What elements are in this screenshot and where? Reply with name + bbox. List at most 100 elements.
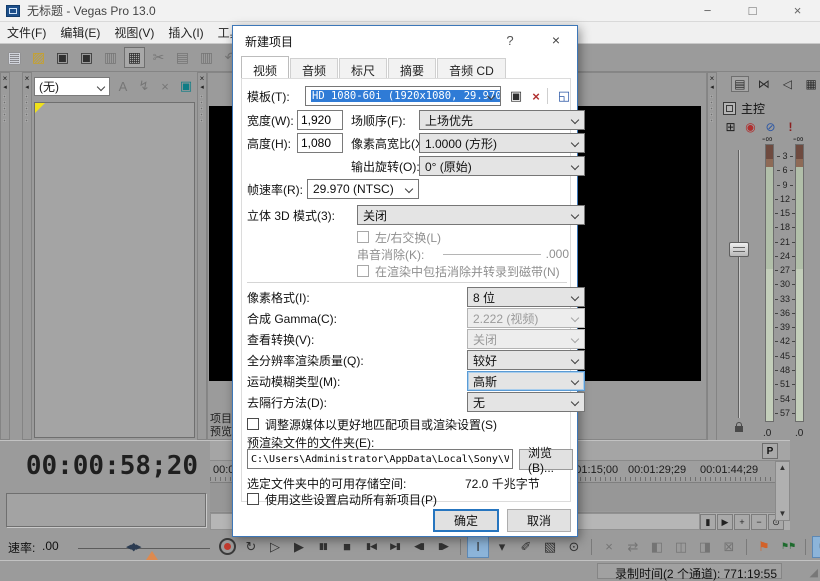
dock-strip-2[interactable]: × ◂ xyxy=(22,72,32,440)
render-quality-combo[interactable]: 较好 xyxy=(467,350,585,370)
dock-grip[interactable] xyxy=(710,95,714,125)
previous-frame-button[interactable]: ◀▮ xyxy=(408,536,430,558)
edit-tool-sep[interactable] xyxy=(460,539,461,555)
solo-icon[interactable]: ! xyxy=(783,120,798,134)
envelope-tool-button[interactable]: ✐ xyxy=(515,536,537,558)
track-height-button[interactable]: ▮ xyxy=(700,514,716,530)
match-media-settings-icon[interactable]: ◱ xyxy=(555,87,573,105)
dock-collapse-icon[interactable]: ◂ xyxy=(25,83,29,92)
edit-tool-dropdown[interactable]: ▾ xyxy=(491,536,513,558)
save-project-icon[interactable]: ▣ xyxy=(52,47,73,68)
tool-sep-2[interactable] xyxy=(591,539,592,555)
dialog-close-button[interactable]: × xyxy=(535,26,577,54)
dock-strip-1[interactable]: × ◂ xyxy=(0,72,10,440)
lock-event-icon[interactable]: ⊠ xyxy=(718,536,740,558)
next-frame-button[interactable]: ▮▶ xyxy=(432,536,454,558)
view-transform-combo[interactable]: 关闭 xyxy=(467,329,585,349)
dock-collapse-icon[interactable]: ◂ xyxy=(710,83,714,92)
selection-tool-button[interactable]: ▧ xyxy=(539,536,561,558)
zoom-tool-button[interactable]: ⊙ xyxy=(563,536,585,558)
lock-fader-icon[interactable] xyxy=(735,426,743,432)
go-to-start-button[interactable]: ▮◀ xyxy=(360,536,382,558)
insert-bus-icon[interactable]: ▤ xyxy=(731,76,749,92)
go-to-end-button[interactable]: ▶▮ xyxy=(384,536,406,558)
new-project-icon[interactable]: ▤ xyxy=(4,47,25,68)
browse-button[interactable]: 浏览(B)... xyxy=(519,449,573,470)
cancel-button[interactable]: 取消 xyxy=(507,509,571,532)
motion-blur-combo[interactable]: 高斯 xyxy=(467,371,585,391)
menu-item[interactable]: 文件(F) xyxy=(0,22,53,43)
trim-right-icon[interactable]: ◨ xyxy=(694,536,716,558)
shuffle-events-icon[interactable]: ⇄ xyxy=(622,536,644,558)
pause-button[interactable]: ▮▮ xyxy=(312,536,334,558)
dock-strip-mixer[interactable]: × ◂ xyxy=(707,72,717,452)
dock-collapse-icon[interactable]: ◂ xyxy=(200,83,204,92)
marker-tool-button[interactable]: P xyxy=(762,443,778,459)
record-button[interactable] xyxy=(216,536,238,558)
external-monitor-icon[interactable]: ▣ xyxy=(177,77,195,95)
master-bus-icon[interactable] xyxy=(723,102,736,115)
project-properties-icon[interactable]: ▦ xyxy=(124,47,145,68)
dialog-help-button[interactable]: ? xyxy=(495,26,525,54)
mute-icon[interactable]: ⊘ xyxy=(763,120,778,134)
save-as-icon[interactable]: ▣ xyxy=(76,47,97,68)
ok-button[interactable]: 确定 xyxy=(433,509,499,532)
match-media-checkbox[interactable] xyxy=(247,418,259,430)
master-fx-icon[interactable]: ⊞ xyxy=(723,120,738,134)
menu-item[interactable]: 编辑(E) xyxy=(53,22,107,43)
delete-template-icon[interactable]: × xyxy=(527,87,545,105)
width-input[interactable] xyxy=(297,110,343,130)
stop-button[interactable]: ■ xyxy=(336,536,358,558)
menu-item[interactable]: 插入(I) xyxy=(161,22,210,43)
paste-icon[interactable]: ▥ xyxy=(196,47,217,68)
cut-icon[interactable]: ✂ xyxy=(148,47,169,68)
field-order-combo[interactable]: 上场优先 xyxy=(419,110,585,130)
copy-icon[interactable]: ▤ xyxy=(172,47,193,68)
edit-tool-button[interactable]: I xyxy=(467,536,489,558)
tool-sep-3[interactable] xyxy=(746,539,747,555)
framerate-combo[interactable]: 29.970 (NTSC) xyxy=(307,179,419,199)
resize-grip[interactable]: ◢ xyxy=(810,566,818,579)
dock-close-icon[interactable]: × xyxy=(710,74,715,83)
shuttle-handle[interactable]: ◂◆▸ xyxy=(126,540,140,553)
trim-left-icon[interactable]: ◧ xyxy=(646,536,668,558)
height-input[interactable] xyxy=(297,133,343,153)
deinterlace-combo[interactable]: 无 xyxy=(467,392,585,412)
swap-lr-checkbox[interactable] xyxy=(357,231,369,243)
prerender-path-input[interactable] xyxy=(247,449,513,469)
record-meter-icon[interactable]: ◉ xyxy=(743,120,758,134)
shuttle-track[interactable] xyxy=(78,548,210,549)
menu-item[interactable]: 视图(V) xyxy=(107,22,161,43)
mixer-properties-icon[interactable]: ▦ xyxy=(802,76,820,92)
save-template-icon[interactable]: ▣ xyxy=(507,87,525,105)
pixel-aspect-combo[interactable]: 1.0000 (方形) xyxy=(419,133,585,153)
scroll-up-icon[interactable]: ▲ xyxy=(779,462,787,474)
zoom-in-time-button[interactable]: + xyxy=(734,514,750,530)
vertical-scrollbar[interactable]: ▲ ▼ xyxy=(775,461,790,521)
dock-strip-preview[interactable]: × ◂ xyxy=(197,72,207,440)
maximize-button[interactable]: □ xyxy=(730,0,775,21)
dock-close-icon[interactable]: × xyxy=(25,74,30,83)
master-fader-handle[interactable] xyxy=(729,242,749,257)
gamma-combo[interactable]: 2.222 (视频) xyxy=(467,308,585,328)
render-as-icon[interactable]: ▥ xyxy=(100,47,121,68)
zoom-out-time-button[interactable]: − xyxy=(751,514,767,530)
dock-grip[interactable] xyxy=(25,95,29,125)
trim-both-icon[interactable]: ◫ xyxy=(670,536,692,558)
script-icon[interactable]: A xyxy=(114,77,132,95)
include-render-checkbox[interactable] xyxy=(357,265,369,277)
apply-filter-icon[interactable]: ↯ xyxy=(135,77,153,95)
insert-region-button[interactable]: ⚑⚑ xyxy=(777,536,799,558)
fit-meters-icon[interactable]: ⋈ xyxy=(755,76,773,92)
rotation-combo[interactable]: 0° (原始) xyxy=(419,156,585,176)
play-from-start-button[interactable]: ▷ xyxy=(264,536,286,558)
scroll-right-button[interactable]: ▶ xyxy=(717,514,733,530)
open-project-icon[interactable]: ▨ xyxy=(28,47,49,68)
crosstalk-slider[interactable] xyxy=(443,254,541,255)
template-combo[interactable]: HD 1080-60i (1920x1080, 29.970 fps) xyxy=(305,86,501,106)
dock-close-icon[interactable]: × xyxy=(3,74,8,83)
shuttle-marker[interactable] xyxy=(146,551,158,560)
close-button[interactable]: × xyxy=(775,0,820,21)
insert-marker-button[interactable]: ⚑ xyxy=(753,536,775,558)
delete-icon[interactable]: × xyxy=(598,536,620,558)
